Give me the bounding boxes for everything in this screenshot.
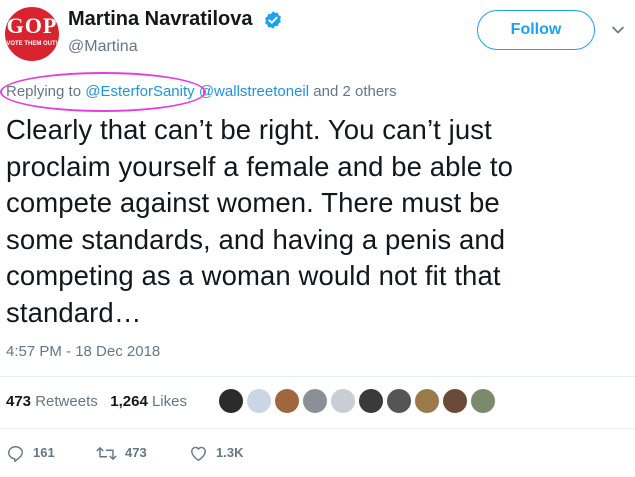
chevron-down-icon[interactable] — [612, 26, 624, 34]
tweet-text-line: Clearly that can’t be right. You can’t j… — [6, 114, 492, 145]
tweet-text-line: some standards, and having a penis and — [6, 223, 506, 255]
reply-count: 161 — [33, 444, 55, 460]
liker-avatar[interactable] — [246, 388, 272, 414]
tweet-text: Clearly that can’t be right. You can’t j… — [6, 112, 626, 331]
tweet-text-line: standard… — [6, 296, 142, 328]
reply-action[interactable]: 161 — [6, 444, 55, 463]
liker-avatar[interactable] — [414, 388, 440, 414]
retweet-action[interactable]: 473 — [96, 444, 147, 463]
liker-avatar[interactable] — [274, 388, 300, 414]
tweet-text-line: compete against women. There must be — [6, 187, 500, 218]
liker-avatar[interactable] — [358, 388, 384, 414]
tweet-text-line: competing as a woman would not fit that — [6, 260, 501, 291]
engagement-stats: 473 Retweets 1,264 Likes — [6, 393, 187, 410]
liker-avatar[interactable] — [218, 388, 244, 414]
replying-to-others[interactable]: and 2 others — [309, 83, 396, 100]
retweets-stat[interactable]: 473 Retweets — [6, 393, 98, 410]
avatar[interactable]: GOP VOTE THEM OUT! — [5, 7, 59, 61]
liker-avatar[interactable] — [470, 388, 496, 414]
liker-avatar[interactable] — [386, 388, 412, 414]
tweet-text-line: proclaim yourself a female and be able t… — [6, 150, 514, 182]
verified-badge-icon — [265, 11, 281, 29]
like-action[interactable]: 1.3K — [189, 444, 243, 463]
likes-stat[interactable]: 1,264 Likes — [110, 393, 187, 410]
heart-icon — [191, 446, 206, 461]
avatar-logo-subtext: VOTE THEM OUT! — [6, 41, 58, 47]
liker-avatar[interactable] — [330, 388, 356, 414]
divider — [0, 428, 635, 429]
reply-icon — [8, 446, 23, 463]
likes-label: Likes — [151, 393, 187, 410]
divider — [0, 376, 635, 377]
retweet-count: 473 — [125, 444, 147, 460]
likes-count: 1,264 — [110, 393, 148, 410]
highlight-ellipse-annotation — [0, 72, 206, 112]
liker-avatar[interactable] — [302, 388, 328, 414]
mention-link-wallstreetoneil[interactable]: @wallstreetoneil — [199, 83, 309, 100]
tweet-timestamp[interactable]: 4:57 PM - 18 Dec 2018 — [6, 343, 160, 360]
liker-avatar[interactable] — [442, 388, 468, 414]
avatar-logo-text: GOP — [6, 13, 58, 38]
retweet-icon — [96, 447, 117, 460]
follow-button[interactable]: Follow — [477, 10, 595, 50]
retweets-label: Retweets — [35, 393, 98, 410]
like-count: 1.3K — [216, 444, 244, 460]
user-handle[interactable]: @Martina — [68, 38, 138, 56]
retweets-count: 473 — [6, 393, 32, 410]
display-name[interactable]: Martina Navratilova — [68, 8, 253, 31]
